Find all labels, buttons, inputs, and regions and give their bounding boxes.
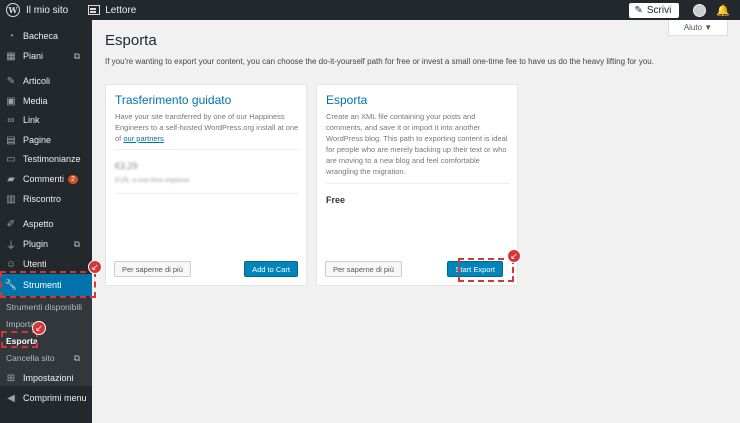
- submenu-delete-site[interactable]: Cancella sito ⧉: [0, 350, 92, 366]
- sidebar-item-label: Riscontro: [23, 194, 62, 204]
- sidebar-item-dashboard[interactable]: ◔ Bacheca: [0, 26, 92, 46]
- submenu-label: Importa: [6, 319, 35, 329]
- comment-count-badge: 2: [68, 174, 78, 184]
- reader-label: Lettore: [105, 4, 137, 16]
- sidebar-item-plans[interactable]: ▦ Piani ⧉: [0, 46, 92, 66]
- write-label: Scrivi: [646, 4, 672, 16]
- highlight-export: [1, 331, 38, 348]
- highlight-start-export: [458, 258, 514, 282]
- intro-text: If you're wanting to export your content…: [105, 57, 654, 66]
- sidebar-item-media[interactable]: ▣ Media: [0, 91, 92, 111]
- pin-icon: ✎: [6, 75, 16, 87]
- my-site-link[interactable]: W Il mio sito: [0, 0, 74, 20]
- submenu-available-tools[interactable]: Strumenti disponibili: [0, 299, 92, 315]
- add-to-cart-button[interactable]: Add to Cart: [244, 261, 298, 277]
- wordpress-icon: W: [6, 3, 20, 17]
- sidebar-item-plugins[interactable]: ⏚ Plugin ⧉: [0, 234, 92, 254]
- sidebar-item-label: Utenti: [23, 259, 47, 269]
- help-label: Aiuto ▼: [683, 23, 713, 32]
- plugin-icon: ⏚: [6, 240, 16, 252]
- pages-icon: ▤: [6, 134, 16, 146]
- sidebar-item-testimonials[interactable]: ▭ Testimonianze: [0, 149, 92, 169]
- external-link-icon: ⧉: [73, 50, 80, 61]
- sidebar-item-label: Media: [23, 96, 48, 106]
- card-description: Create an XML file containing your posts…: [326, 112, 508, 176]
- pointer-arrow-icon: ↙: [507, 249, 521, 263]
- learn-more-button[interactable]: Per saperne di più: [114, 261, 191, 277]
- settings-icon: ⊞: [6, 372, 16, 384]
- sidebar-item-label: Plugin: [23, 239, 49, 249]
- admin-bar: W Il mio sito Lettore ✎ Scrivi 🔔: [0, 0, 740, 20]
- card-desc-end: .: [163, 134, 166, 143]
- external-link-icon: ⧉: [73, 238, 80, 249]
- card-description: Have your site transferred by one of our…: [115, 111, 301, 144]
- sidebar-item-label: Bacheca: [23, 31, 59, 41]
- sidebar-item-comments[interactable]: ▰ Commenti 2: [0, 169, 92, 189]
- sidebar-item-label: Testimonianze: [23, 154, 81, 164]
- reader-icon: [88, 5, 101, 15]
- notifications-icon[interactable]: 🔔: [716, 4, 730, 17]
- submenu-label: Cancella sito: [6, 353, 55, 363]
- sidebar-item-label: Link: [23, 115, 40, 125]
- avatar[interactable]: [693, 3, 707, 17]
- sidebar-item-label: Comprimi menu: [23, 393, 87, 403]
- submenu-label: Strumenti disponibili: [6, 302, 83, 312]
- pointer-arrow-icon: ↙: [32, 321, 46, 335]
- sidebar: ◔ Bacheca ▦ Piani ⧉ ✎ Articoli ▣ Media ∞…: [0, 20, 92, 423]
- user-icon: ☺: [5, 258, 17, 270]
- highlight-tools: [0, 271, 96, 298]
- submenu-import[interactable]: Importa: [0, 316, 92, 332]
- brush-icon: ✐: [6, 218, 16, 230]
- help-button[interactable]: Aiuto ▼: [668, 20, 728, 36]
- export-card: Esporta Create an XML file containing yo…: [316, 84, 518, 286]
- sidebar-item-feedback[interactable]: ▥ Riscontro: [0, 189, 92, 209]
- sidebar-item-links[interactable]: ∞ Link: [0, 110, 92, 130]
- plans-icon: ▦: [6, 50, 16, 62]
- collapse-icon: ◀: [7, 392, 15, 404]
- testimonial-icon: ▭: [6, 153, 16, 165]
- dashboard-icon: ◔: [7, 30, 15, 42]
- our-partners-link[interactable]: our partners: [123, 134, 163, 143]
- sidebar-item-appearance[interactable]: ✐ Aspetto: [0, 214, 92, 234]
- my-site-label: Il mio sito: [26, 4, 69, 16]
- sidebar-item-label: Impostazioni: [23, 373, 74, 383]
- sidebar-item-label: Pagine: [23, 135, 52, 145]
- write-button[interactable]: ✎ Scrivi: [629, 2, 680, 18]
- guided-transfer-card: Trasferimento guidato Have your site tra…: [105, 84, 307, 286]
- external-link-icon: ⧉: [73, 352, 80, 363]
- page-title: Esporta: [105, 32, 157, 49]
- sidebar-item-pages[interactable]: ▤ Pagine: [0, 130, 92, 150]
- price: €3,29: [115, 161, 138, 171]
- media-icon: ▣: [6, 95, 16, 107]
- link-icon: ∞: [7, 114, 15, 126]
- feedback-icon: ▥: [6, 193, 16, 205]
- price-note: EUR, a one-time expense: [115, 177, 190, 184]
- sidebar-item-label: Piani: [23, 51, 44, 61]
- card-title: Esporta: [326, 93, 368, 107]
- sidebar-item-posts[interactable]: ✎ Articoli: [0, 71, 92, 91]
- reader-link[interactable]: Lettore: [82, 0, 142, 20]
- divider: [115, 193, 299, 194]
- comment-icon: ▰: [7, 173, 15, 185]
- divider: [326, 183, 510, 184]
- sidebar-item-label: Aspetto: [23, 219, 54, 229]
- compose-icon: ✎: [634, 4, 643, 16]
- divider: [115, 149, 299, 150]
- sidebar-item-settings[interactable]: ⊞ Impostazioni: [0, 368, 92, 388]
- sidebar-collapse-menu[interactable]: ◀ Comprimi menu: [0, 388, 92, 408]
- card-title: Trasferimento guidato: [115, 93, 232, 107]
- sidebar-item-label: Articoli: [23, 76, 51, 86]
- sidebar-item-label: Commenti: [23, 174, 65, 184]
- price: Free: [326, 195, 346, 205]
- pointer-arrow-icon: ↙: [88, 260, 102, 274]
- learn-more-button[interactable]: Per saperne di più: [325, 261, 402, 277]
